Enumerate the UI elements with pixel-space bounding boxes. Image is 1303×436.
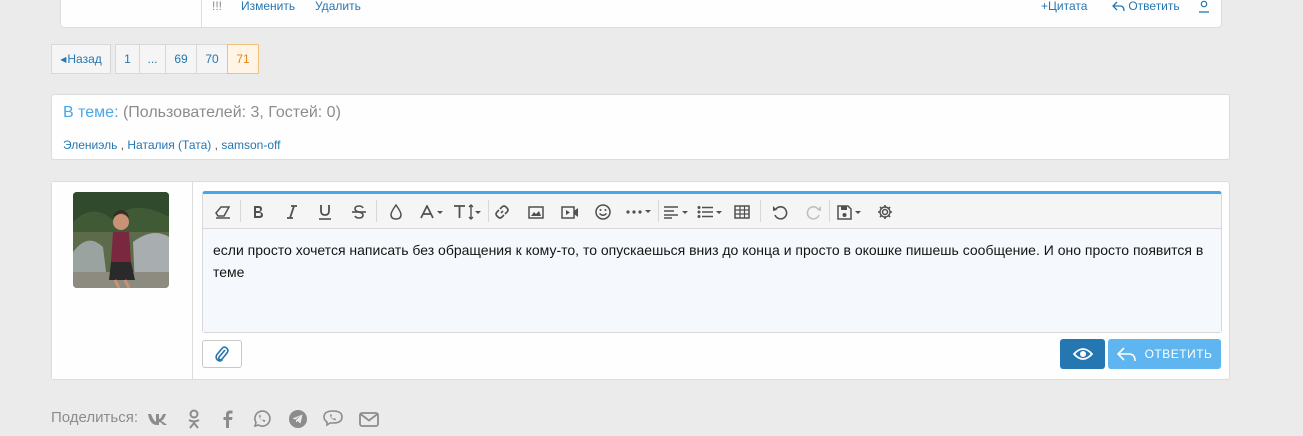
table-icon[interactable]	[731, 202, 753, 222]
font-size-icon[interactable]	[452, 202, 482, 222]
underline-icon[interactable]	[314, 202, 336, 222]
undo-icon[interactable]	[769, 202, 791, 222]
reply-user-column	[52, 182, 193, 379]
online-title: В теме: (Пользователей: 3, Гостей: 0)	[63, 104, 341, 122]
toolbar-divider	[376, 200, 377, 222]
image-icon[interactable]	[525, 202, 547, 222]
user-link[interactable]: Элениэль	[63, 138, 117, 152]
drafts-icon[interactable]	[836, 202, 866, 222]
post-divider	[201, 0, 202, 27]
edit-link[interactable]: Изменить	[241, 0, 295, 13]
toolbar-divider	[829, 200, 830, 222]
message-input[interactable]: если просто хочется написать без обращен…	[203, 229, 1221, 332]
separator: ,	[214, 138, 218, 152]
toolbar-divider	[488, 200, 489, 222]
paperclip-icon	[215, 346, 229, 362]
submit-label: ОТВЕТИТЬ	[1144, 347, 1213, 361]
color-icon[interactable]	[385, 202, 407, 222]
online-stats: (Пользователей: 3, Гостей: 0)	[122, 104, 341, 121]
caret-left-icon: ◀	[60, 54, 67, 64]
vk-icon[interactable]	[147, 408, 169, 430]
quote-link[interactable]: +Цитата	[1041, 0, 1087, 13]
user-link[interactable]: Наталия (Тата)	[127, 138, 211, 152]
align-icon[interactable]	[662, 202, 692, 222]
plus-icon: +	[1041, 0, 1049, 13]
submit-reply-button[interactable]: ОТВЕТИТЬ	[1108, 339, 1221, 369]
reply-label: Ответить	[1128, 0, 1180, 13]
telegram-icon[interactable]	[287, 408, 309, 430]
preview-button[interactable]	[1060, 339, 1105, 369]
editor-toolbar	[203, 194, 1221, 229]
avatar[interactable]	[73, 192, 169, 288]
redo-icon	[803, 202, 825, 222]
reply-link[interactable]: Ответить	[1112, 0, 1180, 13]
online-users-block: В теме: (Пользователей: 3, Гостей: 0) Эл…	[51, 94, 1230, 160]
page-ellipsis[interactable]: ...	[139, 44, 166, 74]
eye-icon	[1072, 348, 1093, 360]
page-1[interactable]: 1	[115, 44, 140, 74]
toolbar-divider	[760, 200, 761, 222]
odnoklassniki-icon[interactable]	[183, 408, 205, 430]
toolbar-divider	[240, 200, 241, 222]
share-label: Поделиться:	[51, 409, 138, 426]
online-label[interactable]: В теме:	[63, 104, 119, 121]
email-icon[interactable]	[358, 408, 380, 430]
delete-link[interactable]: Удалить	[315, 0, 361, 13]
page-70[interactable]: 70	[196, 44, 228, 74]
message-editor: если просто хочется написать без обращен…	[202, 191, 1222, 333]
link-icon[interactable]	[491, 202, 513, 222]
reply-arrow-icon	[1116, 347, 1136, 362]
page-current: 71	[227, 44, 259, 74]
settings-icon[interactable]	[874, 202, 896, 222]
toolbar-divider	[658, 200, 659, 222]
more-icon[interactable]	[624, 202, 654, 222]
prev-label: Назад	[67, 52, 102, 66]
smilie-icon[interactable]	[592, 202, 614, 222]
online-user-list: Элениэль , Наталия (Тата) , samson-off	[63, 138, 280, 152]
separator: ,	[120, 138, 125, 152]
list-icon[interactable]	[696, 202, 726, 222]
bold-icon[interactable]	[247, 202, 269, 222]
strikethrough-icon[interactable]	[348, 202, 370, 222]
quote-label: Цитата	[1048, 0, 1088, 13]
font-family-icon[interactable]	[418, 202, 448, 222]
video-icon[interactable]	[559, 202, 581, 222]
eraser-icon[interactable]	[212, 202, 234, 222]
attach-files-button[interactable]	[202, 340, 242, 368]
reply-arrow-icon	[1112, 1, 1125, 12]
facebook-icon[interactable]	[217, 408, 239, 430]
prev-page-button[interactable]: ◀ Назад	[51, 44, 111, 74]
post-footer: !!! Изменить Удалить +Цитата Ответить	[60, 0, 1222, 28]
whatsapp-icon[interactable]	[251, 408, 273, 430]
user-icon[interactable]	[1198, 0, 1210, 13]
reaction-link[interactable]: !!!	[212, 0, 222, 13]
italic-icon[interactable]	[281, 202, 303, 222]
viber-icon[interactable]	[322, 408, 344, 430]
page-69[interactable]: 69	[165, 44, 197, 74]
quick-reply: если просто хочется написать без обращен…	[51, 181, 1230, 380]
user-link[interactable]: samson-off	[221, 138, 280, 152]
